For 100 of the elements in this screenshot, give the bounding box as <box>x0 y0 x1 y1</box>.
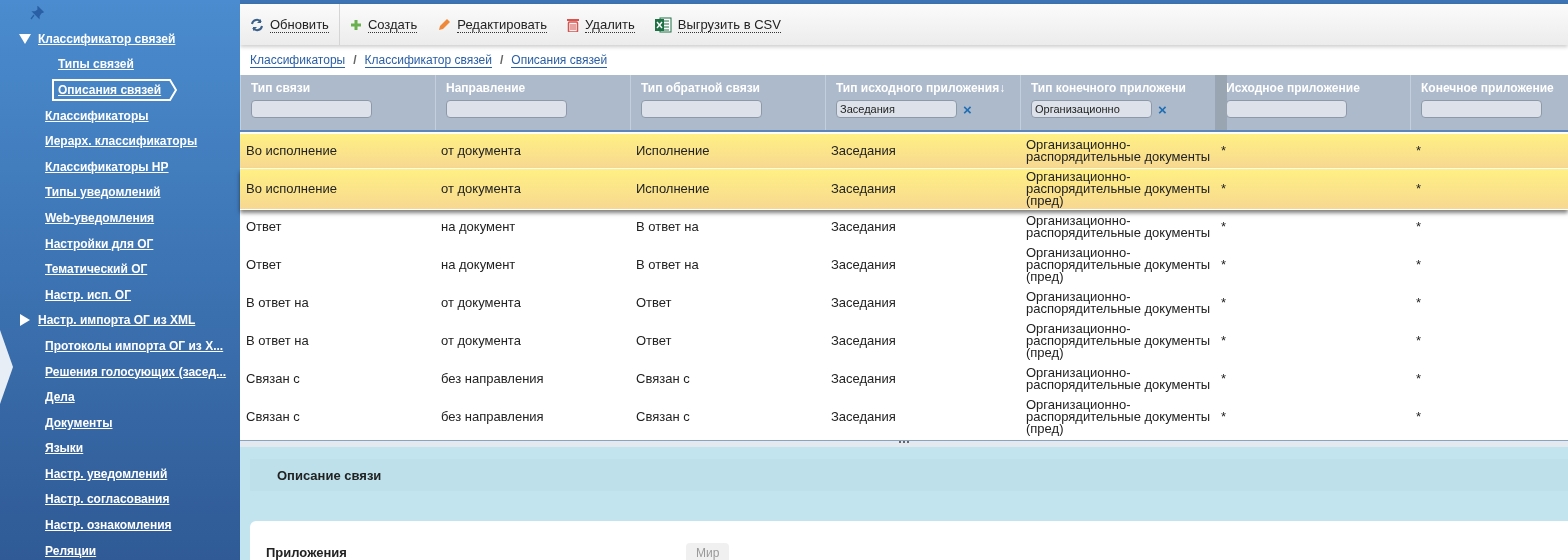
filter-field[interactable]: Организационно <box>1031 100 1152 118</box>
toolbar-button[interactable]: Выгрузить в CSV <box>644 4 791 45</box>
pencil-icon <box>437 17 452 32</box>
filter-field[interactable] <box>641 100 762 118</box>
table-cell-text: Исполнение <box>635 180 711 198</box>
table-cell-text: Организационно-распорядительные документы (пред) <box>1025 321 1212 361</box>
sidebar-item[interactable]: Иерарх. классификаторы <box>45 134 198 149</box>
toolbar-button[interactable]: Создать <box>339 4 428 45</box>
chevron-icon <box>167 79 178 101</box>
table-cell-text: на документ <box>440 218 517 236</box>
table-cell-text: В ответ на <box>635 256 700 274</box>
toolbar-button[interactable]: Редактировать <box>427 4 558 45</box>
filter-field[interactable] <box>446 100 567 118</box>
sidebar-item[interactable]: Классификаторы <box>45 108 149 123</box>
field-label: Приложения <box>266 545 348 560</box>
table-row[interactable]: Ответ на документ В ответ на Заседания Организационно-распорядительные документы (пред) * * <box>240 245 1568 286</box>
splitter-grip-icon[interactable] <box>898 441 910 445</box>
sidebar-item[interactable]: Настр. исп. ОГ <box>45 287 131 302</box>
sidebar-item[interactable]: Настр. уведомлений <box>45 466 168 481</box>
table-cell-text: Во исполнение <box>245 180 338 198</box>
breadcrumb-link[interactable]: Классификаторы <box>250 52 346 68</box>
sidebar-item[interactable]: Классификатор связей <box>38 31 176 46</box>
expanded-triangle-icon[interactable] <box>18 32 32 45</box>
table-cell-text: Ответ <box>245 256 283 274</box>
table-cell-text: от документа <box>440 180 522 198</box>
trash-icon <box>567 17 580 32</box>
table-row[interactable]: Во исполнение от документа Исполнение Заседания Организационно-распорядительные документы (пред) * * <box>240 169 1568 210</box>
sidebar-item[interactable]: Типы уведомлений <box>45 185 161 200</box>
table-cell-text: Организационно-распорядительные документы <box>1025 288 1212 318</box>
sidebar-item[interactable]: Настр. импорта ОГ из XML <box>38 313 196 328</box>
table-cell-text: Заседания <box>830 332 897 350</box>
sidebar-item[interactable]: Настройки для ОГ <box>45 236 154 251</box>
table-cell-text: В ответ на <box>245 294 310 312</box>
sidebar-item[interactable]: Протоколы импорта ОГ из X... <box>45 338 224 353</box>
sidebar-item[interactable]: Реляции <box>45 543 97 558</box>
table-cell-text: на документ <box>440 256 517 274</box>
sidebar-item[interactable]: Описания связей <box>52 79 170 101</box>
table-cell-text: * <box>1220 180 1228 198</box>
table-row[interactable]: Связан с без направления Связан с Заседания Организационно-распорядительные документы (пред) * * <box>240 397 1568 438</box>
table-cell-text: Организационно-распорядительные документы <box>1025 212 1212 242</box>
table-cell-text: * <box>1415 370 1423 388</box>
breadcrumb-link[interactable]: Классификатор связей <box>364 52 492 68</box>
table-cell-text: Организационно-распорядительные документы (пред) <box>1025 397 1212 437</box>
table-cell-text: * <box>1220 370 1228 388</box>
table-cell-text: Ответ <box>635 294 673 312</box>
table-cell-text: * <box>1220 256 1228 274</box>
pin-icon[interactable] <box>30 6 44 20</box>
table-cell-text: Связан с <box>245 370 301 388</box>
table-row[interactable]: В ответ на от документа Ответ Заседания Организационно-распорядительные документы * * <box>240 286 1568 321</box>
table-cell-text: Организационно-распорядительные документы <box>1025 364 1212 394</box>
table-cell-text: * <box>1415 180 1423 198</box>
filter-field[interactable]: Заседания <box>836 100 957 118</box>
collapse-handle-icon[interactable] <box>0 330 14 404</box>
sidebar-item[interactable]: Документы <box>45 415 113 430</box>
collapsed-triangle-icon[interactable] <box>18 314 32 327</box>
sidebar-item[interactable]: Решения голосующих (засед... <box>45 364 227 379</box>
column-resize-handle[interactable] <box>1215 75 1227 130</box>
breadcrumb-link[interactable]: Описания связей <box>511 52 608 68</box>
table-cell-text: без направления <box>440 408 545 426</box>
table-cell-text: * <box>1220 218 1228 236</box>
table-cell-text: Организационно-распорядительные документы (пред) <box>1025 169 1212 209</box>
table-cell-text: от документа <box>440 332 522 350</box>
table-cell-text: * <box>1220 294 1228 312</box>
plus-icon <box>349 18 362 31</box>
table-cell-text: * <box>1415 256 1423 274</box>
table-cell-text: Связан с <box>635 408 691 426</box>
toolbar-button[interactable]: Удалить <box>557 4 645 45</box>
filter-field[interactable] <box>1226 100 1347 118</box>
toolbar-button[interactable]: Обновить <box>240 4 340 45</box>
sidebar-item[interactable]: Типы связей <box>58 57 134 72</box>
sidebar-item[interactable]: Языки <box>45 441 84 456</box>
sidebar-item[interactable]: Дела <box>45 390 75 405</box>
table-cell-text: Исполнение <box>635 142 711 160</box>
sidebar-item[interactable]: Классификаторы НР <box>45 159 169 174</box>
table-row[interactable]: В ответ на от документа Ответ Заседания Организационно-распорядительные документы (пред) * * <box>240 321 1568 362</box>
table-cell-text: * <box>1415 332 1423 350</box>
table-cell-text: от документа <box>440 294 522 312</box>
breadcrumb-separator: / <box>499 53 504 67</box>
sidebar-item[interactable]: Web-уведомления <box>45 210 155 225</box>
sidebar-item[interactable]: Тематический ОГ <box>45 262 148 277</box>
table-cell-text: Заседания <box>830 180 897 198</box>
table-cell-text: Связан с <box>245 408 301 426</box>
table-cell-text: Организационно-распорядительные документы <box>1025 136 1212 166</box>
table-row[interactable]: Ответ на документ В ответ на Заседания Организационно-распорядительные документы * * <box>240 210 1568 245</box>
breadcrumb-separator: / <box>353 53 357 67</box>
table-cell-text: Заседания <box>830 408 897 426</box>
table-cell-text: В ответ на <box>245 332 310 350</box>
table-cell-text: без направления <box>440 370 545 388</box>
filter-field[interactable] <box>251 100 372 118</box>
table-cell-text: В ответ на <box>635 218 700 236</box>
sidebar-item[interactable]: Настр. согласования <box>45 492 170 507</box>
table-cell-text: * <box>1415 142 1423 160</box>
table-cell-text: Заседания <box>830 256 897 274</box>
table-row[interactable]: Связан с без направления Связан с Заседания Организационно-распорядительные документы * * <box>240 362 1568 397</box>
table-cell-text: Заседания <box>830 294 897 312</box>
filter-field[interactable] <box>1421 100 1542 118</box>
sidebar-item[interactable]: Настр. ознакомления <box>45 518 172 533</box>
table-cell-text: Ответ <box>245 218 283 236</box>
table-row[interactable]: Во исполнение от документа Исполнение Заседания Организационно-распорядительные документы * * <box>240 134 1568 169</box>
table-cell-text: Организационно-распорядительные документы (пред) <box>1025 245 1212 285</box>
